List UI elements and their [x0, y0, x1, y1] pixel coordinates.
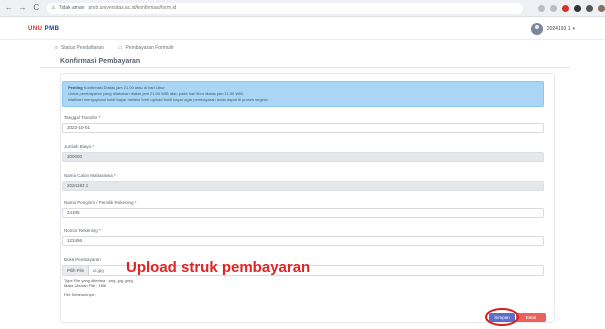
profile-icon[interactable] [597, 4, 605, 12]
browser-toolbar: ← → C ⚠ Tidak aman pmb.universitas.ac.id… [0, 0, 605, 17]
nav-status-pendaftaran[interactable]: ≡ Status Pendaftaran [55, 45, 104, 51]
reload-icon[interactable]: C [31, 3, 41, 13]
security-label: Tidak aman [58, 5, 85, 11]
nav-pembayaran-formulir[interactable]: ▭ Pembayaran Formulir [118, 45, 174, 51]
chevron-down-icon: ▾ [572, 26, 575, 32]
cancel-button[interactable]: Batal [516, 313, 546, 322]
star-icon[interactable] [537, 4, 545, 12]
logo-text-blue: PMB [44, 26, 60, 32]
annotation-text: Upload struk pembayaran [126, 259, 311, 276]
info-alert: Penting Konfirmasi Diatas jam 21.00 atau… [62, 81, 544, 107]
address-bar[interactable]: ⚠ Tidak aman pmb.universitas.ac.id/konfi… [47, 2, 523, 14]
extension-red-icon[interactable] [561, 4, 569, 12]
rekening-input[interactable]: 123456 [62, 236, 544, 246]
extension-icon[interactable] [549, 4, 557, 12]
nav-form-label: Pembayaran Formulir [125, 45, 174, 51]
nav-status-label: Status Pendaftaran [60, 45, 104, 51]
sidebar-icon[interactable] [585, 4, 593, 12]
app-header: UNU PMB 2024193 1 ▾ [0, 18, 605, 40]
extension-icons [533, 4, 605, 12]
highlight-circle [485, 308, 519, 326]
nama-input: 2024193 1 [62, 181, 544, 191]
alert-line-3: silahkan mengupload bukti bayar melalui … [68, 97, 269, 102]
forward-icon[interactable]: → [18, 3, 28, 13]
alert-line-1-text: Konfirmasi Diatas jam 21.00 atau di hari… [82, 85, 165, 90]
bukti-label: Bukti Pembayaran [64, 257, 101, 262]
list-icon: ≡ [55, 45, 58, 51]
tanggal-label: Tanggal Transfer * [64, 115, 101, 120]
user-menu[interactable]: 2024193 1 ▾ [530, 23, 575, 35]
avatar [530, 23, 543, 35]
logo[interactable]: UNU PMB [28, 26, 60, 32]
tanggal-input[interactable]: 2023-10-01 [62, 123, 544, 133]
user-name: 2024193 1 [546, 26, 571, 32]
form-card [60, 73, 555, 323]
rekening-label: Nomor Rekening * [64, 228, 101, 233]
payment-icon: ▭ [117, 45, 123, 51]
url-text: pmb.universitas.ac.id/konfirmasi/form.id [88, 5, 177, 11]
file-name: ui.jpg [93, 268, 104, 273]
pengirim-input[interactable]: 24105 [62, 208, 544, 218]
file-size-hint: Maks Ukuran File : 1Mb [64, 283, 107, 288]
logo-text-red: UNU [28, 26, 43, 32]
back-icon[interactable]: ← [4, 3, 14, 13]
jumlah-label: Jumlah Biaya * [64, 144, 95, 149]
extension-dark-icon[interactable] [573, 4, 581, 12]
alert-heading: Penting [68, 85, 83, 90]
pengirim-label: Nama Pengirim / Pemilik Rekening * [64, 200, 137, 205]
secondary-nav: ≡ Status Pendaftaran ▭ Pembayaran Formul… [0, 41, 605, 55]
choose-file-button[interactable]: Pilih File [63, 266, 90, 275]
nama-label: Nama Calon Mahasiswa * [64, 173, 116, 178]
jumlah-input: 300000 [62, 152, 544, 162]
previous-file-label: File Sebelumnya : [64, 292, 97, 297]
divider [40, 67, 570, 68]
page-title: Konfirmasi Pembayaran [60, 58, 141, 65]
warning-icon: ⚠ [51, 5, 56, 11]
